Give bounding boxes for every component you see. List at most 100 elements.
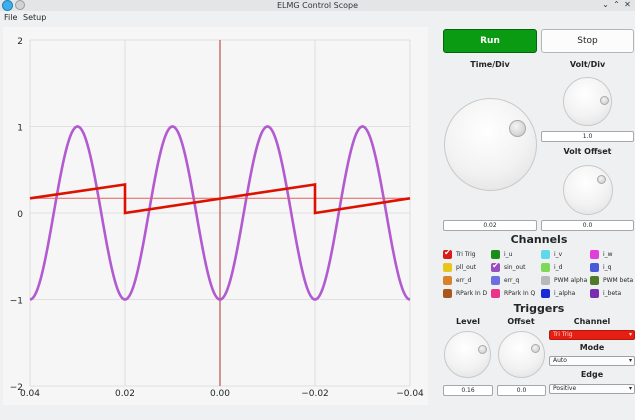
channel-label: Tri Trig (456, 251, 476, 258)
trigger-channel-select[interactable]: Tri Trig ▾ (549, 330, 635, 340)
channel-checkbox[interactable]: PWM alpha (541, 276, 589, 286)
channel-checkbox[interactable]: i_v (541, 250, 589, 260)
channel-color-swatch[interactable] (541, 250, 550, 259)
channel-color-swatch[interactable] (443, 263, 452, 272)
time-div-knob-indicator (509, 120, 526, 137)
chevron-down-icon: ▾ (628, 357, 632, 364)
x-tick-label: −0.04 (396, 389, 424, 399)
y-tick-label: 1 (17, 124, 23, 134)
window-title: ELMG Control Scope (277, 1, 358, 10)
channel-color-swatch[interactable] (491, 276, 500, 285)
close-icon[interactable]: ✕ (622, 0, 633, 11)
maximize-icon[interactable]: ⌃ (611, 0, 622, 11)
channel-checkbox[interactable]: err_d (443, 276, 491, 286)
channel-color-swatch[interactable] (590, 250, 599, 259)
chevron-down-icon: ▾ (628, 385, 632, 392)
stop-button[interactable]: Stop (541, 29, 634, 53)
trigger-mode-select[interactable]: Auto ▾ (549, 356, 635, 366)
y-tick-label: 0 (17, 210, 23, 220)
scope-chart: 210−1−20.04 0.02 0.00 −0.02 −0.04 (10, 37, 424, 399)
channel-checkbox[interactable]: pll_out (443, 263, 491, 273)
menu-bar: File Setup (0, 11, 635, 24)
channel-color-swatch[interactable] (590, 263, 599, 272)
channel-checkbox[interactable]: PWM beta (590, 276, 635, 286)
x-tick-label: 0.02 (115, 389, 135, 399)
channels-title: Channels (510, 233, 568, 246)
trigger-mode-label: Mode (579, 343, 605, 352)
channel-color-swatch[interactable] (443, 289, 452, 298)
trigger-level-knob[interactable] (444, 331, 491, 378)
volt-offset-label: Volt Offset (563, 147, 612, 156)
channel-checkbox[interactable]: i_beta (590, 289, 635, 299)
channel-checkbox[interactable]: i_q (590, 263, 635, 273)
x-tick-label: −0.02 (301, 389, 329, 399)
channel-checkbox[interactable]: RPark In Q (491, 289, 539, 299)
channel-label: PWM beta (603, 277, 634, 284)
run-button[interactable]: Run (443, 29, 537, 53)
time-div-knob[interactable] (444, 98, 537, 191)
x-tick-label: 0.00 (210, 389, 230, 399)
scope-plot[interactable]: 2 1 0 −1 −2 0.04 0.02 0.00 −0.02 −0.04 (3, 27, 428, 405)
volt-div-knob[interactable] (563, 77, 612, 126)
channel-checkbox[interactable]: i_w (590, 250, 635, 260)
channel-color-swatch[interactable] (541, 289, 550, 298)
volt-div-knob-indicator (600, 96, 609, 105)
channel-label: err_q (504, 277, 520, 284)
trigger-mode-value: Auto (553, 357, 567, 364)
check-icon: ✔ (444, 248, 451, 257)
volt-div-field[interactable]: 1.0 (541, 131, 634, 142)
channel-color-swatch[interactable]: ✔ (491, 261, 500, 272)
check-icon: ✔ (492, 261, 499, 270)
channel-checkbox[interactable]: err_q (491, 276, 539, 286)
channel-checkbox[interactable]: ✔ sin_out (491, 261, 539, 273)
trigger-edge-select[interactable]: Positive ▾ (549, 384, 635, 394)
time-div-label: Time/Div (470, 60, 510, 69)
minimize-icon[interactable]: ⌄ (600, 0, 611, 11)
chevron-down-icon: ▾ (628, 331, 632, 338)
trigger-offset-knob-indicator (531, 344, 540, 353)
trigger-offset-label: Offset (507, 317, 535, 326)
volt-offset-knob-indicator (597, 175, 606, 184)
channel-color-swatch[interactable] (590, 276, 599, 285)
channel-label: i_d (554, 264, 563, 271)
menu-setup[interactable]: Setup (23, 12, 46, 23)
channel-checkbox[interactable]: i_d (541, 263, 589, 273)
trigger-offset-knob[interactable] (498, 331, 545, 378)
x-tick-label: 0.04 (20, 389, 40, 399)
y-tick-label: 2 (17, 37, 23, 47)
channel-checkbox[interactable]: i_alpha (541, 289, 589, 299)
y-tick-label: −1 (10, 297, 23, 307)
channel-color-swatch[interactable] (541, 263, 550, 272)
channel-label: PWM alpha (554, 277, 588, 284)
channel-label: RPark In D (456, 290, 488, 297)
channel-checkbox[interactable]: i_u (491, 250, 539, 260)
channel-label: i_alpha (554, 290, 576, 297)
trigger-edge-label: Edge (580, 370, 604, 379)
trigger-channel-value: Tri Trig (553, 331, 573, 338)
title-bar: ELMG Control Scope ⌄ ⌃ ✕ (0, 0, 635, 11)
volt-offset-field[interactable]: 0.0 (541, 220, 634, 231)
volt-div-label: Volt/Div (569, 60, 606, 69)
channel-label: i_w (603, 251, 613, 258)
channel-label: RPark In Q (504, 290, 536, 297)
channel-color-swatch[interactable] (491, 289, 500, 298)
channel-color-swatch[interactable] (491, 250, 500, 259)
trigger-edge-value: Positive (553, 385, 577, 392)
volt-offset-knob[interactable] (563, 165, 613, 215)
channel-label: i_v (554, 251, 563, 258)
menu-file[interactable]: File (4, 12, 17, 23)
channel-color-swatch[interactable] (443, 276, 452, 285)
trigger-offset-field[interactable]: 0.0 (497, 385, 546, 396)
trigger-level-field[interactable]: 0.16 (443, 385, 493, 396)
channel-label: pll_out (456, 264, 476, 271)
trigger-channel-label: Channel (573, 317, 611, 326)
channel-label: i_u (504, 251, 513, 258)
channel-color-swatch[interactable] (541, 276, 550, 285)
channel-color-swatch[interactable]: ✔ (443, 248, 452, 259)
channel-checkbox[interactable]: RPark In D (443, 289, 491, 299)
channel-label: sin_out (504, 264, 526, 271)
channel-color-swatch[interactable] (590, 289, 599, 298)
time-div-field[interactable]: 0.02 (443, 220, 537, 231)
trigger-level-knob-indicator (478, 345, 487, 354)
channel-checkbox[interactable]: ✔ Tri Trig (443, 248, 491, 260)
